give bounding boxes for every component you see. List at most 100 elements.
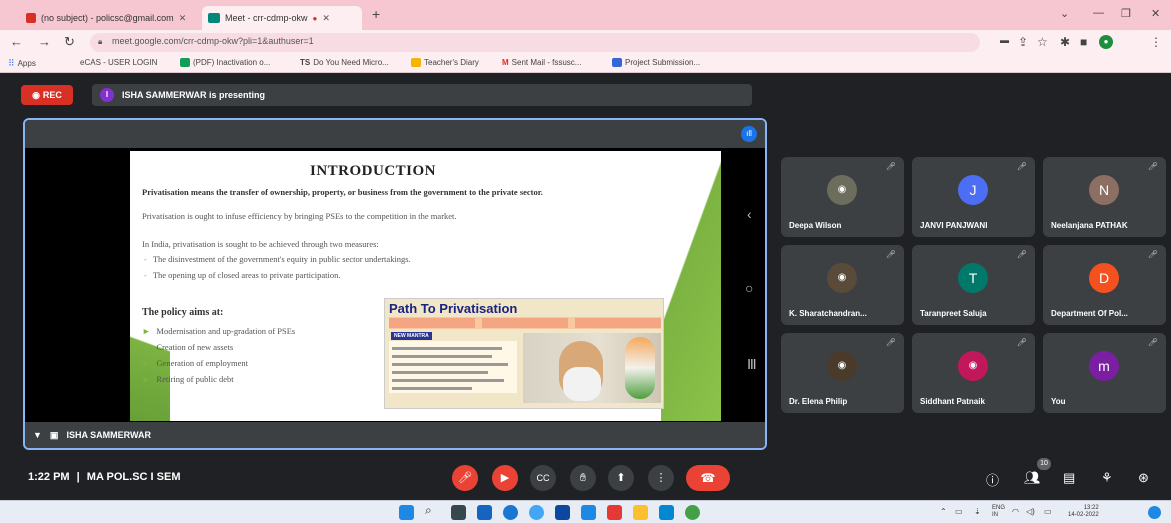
- profile-avatar[interactable]: ●: [1099, 35, 1113, 49]
- wifi-icon[interactable]: ◠: [1012, 507, 1019, 516]
- circle-icon[interactable]: ○: [745, 280, 753, 296]
- slide-paragraph-3: In India, privatisation is sought to be …: [142, 239, 379, 249]
- bookmark-pdf[interactable]: (PDF) Inactivation o...: [180, 58, 270, 67]
- forms-icon: [612, 58, 622, 67]
- stage-footer: ▼ ▣ ISHA SAMMERWAR: [25, 422, 765, 448]
- language-indicator[interactable]: ENG IN: [992, 505, 1005, 519]
- participant-tile[interactable]: 🎤︎ J JANVI PANJWANI: [912, 157, 1035, 237]
- camera-off-button[interactable]: ▶: [492, 465, 518, 491]
- maximize-icon[interactable]: ❐: [1121, 7, 1131, 20]
- task-view-icon[interactable]: [451, 505, 466, 520]
- tab-search-icon[interactable]: ⌄: [1060, 7, 1069, 20]
- screen-share-icon: ▣: [49, 429, 59, 440]
- lock-icon: 🔒︎: [98, 37, 103, 46]
- recording-badge[interactable]: ◉ REC: [21, 85, 73, 105]
- camera-in-use-icon[interactable]: ▬: [1000, 35, 1009, 45]
- search-icon[interactable]: ⌕: [425, 503, 440, 518]
- forward-icon[interactable]: →: [38, 34, 51, 49]
- captions-button[interactable]: CC: [530, 465, 556, 491]
- mic-off-button[interactable]: 🎤︎: [452, 465, 478, 491]
- info-icon[interactable]: ⓘ: [986, 470, 999, 489]
- participant-tile[interactable]: 🎤︎ D Department Of Pol...: [1043, 245, 1166, 325]
- start-menu-icon[interactable]: [399, 505, 414, 520]
- aim-text: Retiring of public debt: [156, 374, 234, 384]
- activities-icon[interactable]: ⚘: [1101, 470, 1113, 486]
- bookmark-teachers-diary[interactable]: Teacher's Diary: [411, 58, 479, 67]
- mail-icon[interactable]: [581, 505, 596, 520]
- region-code: IN: [992, 512, 998, 518]
- tab-meet[interactable]: Meet - crr-cdmp-okw ● ✕: [202, 6, 362, 30]
- infographic-text-box: [389, 341, 517, 393]
- bookmark-sent-mail[interactable]: M Sent Mail - fssusc...: [502, 58, 581, 67]
- volume-icon[interactable]: ◁): [1026, 507, 1035, 516]
- sidebar-icon[interactable]: ■: [1080, 35, 1087, 49]
- menu-lines-icon[interactable]: Ⅲ: [747, 356, 757, 373]
- measure-text: The disinvestment of the government's eq…: [152, 254, 411, 264]
- record-icon: ◉: [32, 89, 40, 100]
- bookmark-micro[interactable]: TS Do You Need Micro...: [300, 58, 389, 67]
- chrome-icon[interactable]: [529, 505, 544, 520]
- office-icon[interactable]: [607, 505, 622, 520]
- participant-avatar: J: [958, 175, 988, 205]
- flag-image: [625, 337, 655, 399]
- participant-tile[interactable]: 🎤︎ T Taranpreet Saluja: [912, 245, 1035, 325]
- more-options-button[interactable]: ⋮: [648, 465, 674, 491]
- stage-header: ıll: [25, 120, 765, 148]
- url-field[interactable]: 🔒︎ meet.google.com/crr-cdmp-okw?pli=1&au…: [90, 33, 980, 52]
- raise-hand-button[interactable]: ✋︎: [570, 465, 596, 491]
- reload-icon[interactable]: ↻: [64, 34, 75, 50]
- tab-gmail[interactable]: (no subject) - policsc@gmail.com ✕: [20, 6, 200, 30]
- meet-icon: [208, 13, 220, 23]
- bookmark-ecas[interactable]: eCAS - USER LOGIN: [80, 58, 157, 67]
- notifications-icon[interactable]: [1148, 506, 1161, 519]
- tab-title: (no subject) - policsc@gmail.com: [41, 13, 174, 23]
- chevron-left-icon[interactable]: ‹: [747, 206, 752, 222]
- participant-tile[interactable]: 🎤︎ ◉ K. Sharatchandran...: [781, 245, 904, 325]
- participant-tile[interactable]: 🎤︎ N Neelanjana PATHAK: [1043, 157, 1166, 237]
- url-text: meet.google.com/crr-cdmp-okw?pli=1&authu…: [112, 36, 314, 46]
- folder-icon[interactable]: [633, 505, 648, 520]
- minimize-icon[interactable]: —: [1093, 7, 1104, 19]
- tray-overflow-icon[interactable]: ⌃: [940, 507, 947, 516]
- close-tab-icon[interactable]: ✕: [322, 13, 330, 24]
- participant-name: You: [1051, 397, 1066, 406]
- bookmark-apps[interactable]: ⠿ Apps: [8, 58, 36, 69]
- new-tab-button[interactable]: +: [372, 6, 380, 22]
- participant-tile[interactable]: 🎤︎ m You: [1043, 333, 1166, 413]
- usb-icon[interactable]: ⇣: [974, 507, 981, 516]
- close-window-icon[interactable]: ✕: [1151, 7, 1160, 20]
- battery-icon[interactable]: ▭: [955, 507, 963, 516]
- menu-icon[interactable]: ⋮: [1150, 35, 1162, 49]
- meet-control-bar: 1:22 PM | MA POL.SC I SEM 🎤︎ ▶ CC ✋︎ ⬆ ⋮…: [0, 457, 1171, 500]
- presentation-stage[interactable]: ıll INTRODUCTION Privatisation means the…: [23, 118, 767, 450]
- people-icon[interactable]: 👥︎: [1024, 470, 1041, 486]
- explorer-icon[interactable]: [477, 505, 492, 520]
- participant-avatar: T: [958, 263, 988, 293]
- extensions-icon[interactable]: ✱: [1060, 35, 1070, 49]
- present-now-button[interactable]: ⬆: [608, 465, 634, 491]
- store-icon[interactable]: [555, 505, 570, 520]
- back-icon[interactable]: ←: [10, 34, 23, 49]
- meeting-time: 1:22 PM: [28, 471, 70, 483]
- edge-icon[interactable]: [503, 505, 518, 520]
- slide-policy-heading: The policy aims at:: [142, 307, 224, 318]
- chat-icon[interactable]: ▤: [1063, 470, 1075, 486]
- leave-call-button[interactable]: ☎︎: [686, 465, 730, 491]
- bookmark-project[interactable]: Project Submission...: [612, 58, 700, 67]
- mic-off-icon: 🎤︎: [885, 162, 896, 171]
- app-icon[interactable]: [659, 505, 674, 520]
- participant-tile[interactable]: 🎤︎ ◉ Deepa Wilson: [781, 157, 904, 237]
- share-icon[interactable]: ⇪: [1018, 35, 1028, 49]
- bookmark-star-icon[interactable]: ☆: [1037, 35, 1048, 49]
- close-tab-icon[interactable]: ✕: [179, 13, 187, 24]
- mic-off-icon: 🎤︎: [885, 338, 896, 347]
- taskbar-clock[interactable]: 13:22 14-02-2022: [1068, 505, 1099, 519]
- display-icon[interactable]: ▭: [1044, 507, 1052, 516]
- chrome-active-icon[interactable]: [685, 505, 700, 520]
- participant-tile[interactable]: 🎤︎ ◉ Siddhant Patnaik: [912, 333, 1035, 413]
- meet-window: ◉ REC I ISHA SAMMERWAR is presenting ıll…: [0, 73, 1171, 500]
- pin-icon[interactable]: ▼: [33, 430, 42, 440]
- participant-tile[interactable]: 🎤︎ ◉ Dr. Elena Philip: [781, 333, 904, 413]
- participant-photo: ◉: [827, 263, 857, 293]
- host-controls-icon[interactable]: ⊛: [1138, 470, 1149, 486]
